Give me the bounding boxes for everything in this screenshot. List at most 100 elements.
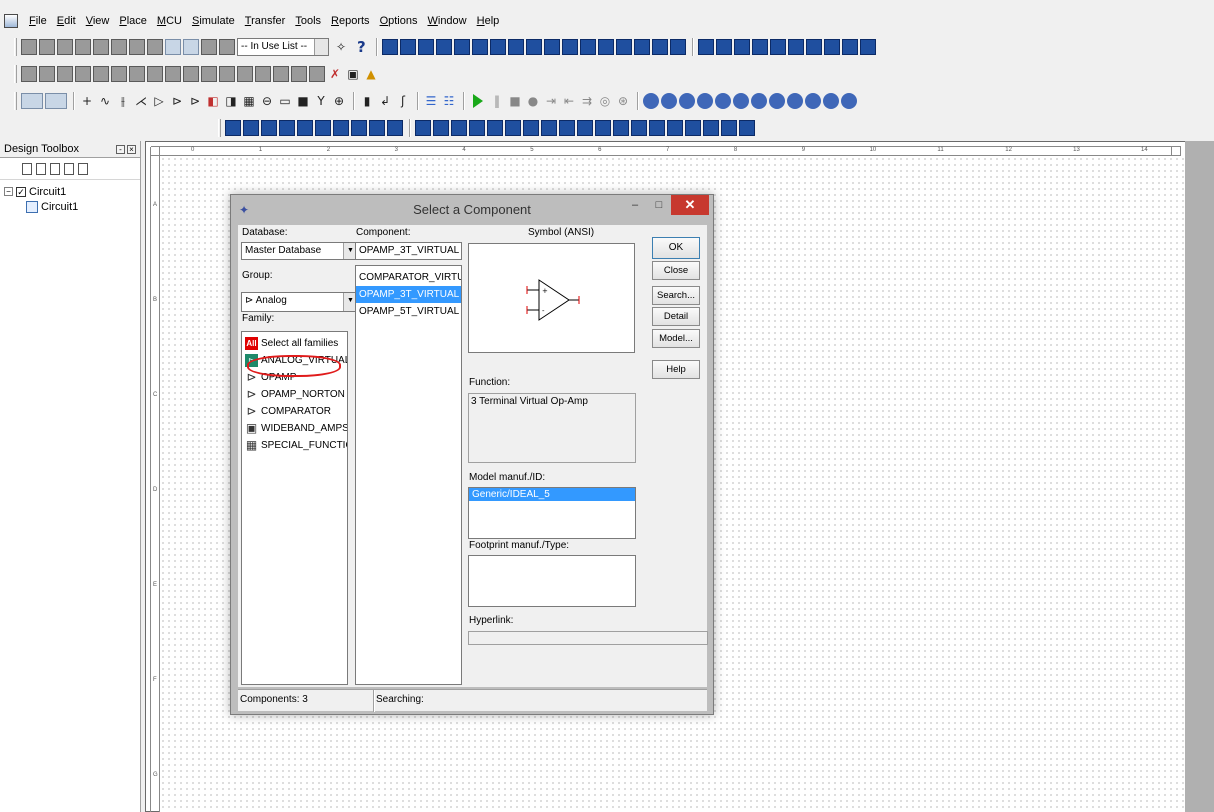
close-icon[interactable]: ✕ (671, 195, 709, 215)
transfer-icon[interactable] (93, 39, 109, 55)
instrument-5-icon[interactable] (715, 93, 731, 109)
place-diode-icon[interactable]: ▷ (151, 93, 167, 109)
delete-icon[interactable] (78, 162, 88, 175)
menu-place[interactable]: Place (114, 11, 152, 31)
place-analog-group-icon[interactable] (315, 120, 331, 136)
probe-4-icon[interactable] (751, 39, 768, 55)
list-item-family[interactable]: ⊳ COMPARATOR (242, 403, 347, 420)
close-icon[interactable]: × (127, 144, 136, 154)
place-misc-digital-icon[interactable] (369, 120, 385, 136)
ok-button[interactable]: OK (652, 237, 700, 259)
list-item-family[interactable]: ▣ WIDEBAND_AMPS (242, 420, 347, 437)
place-diode-group-icon[interactable] (279, 120, 295, 136)
place-ladder-icon[interactable]: ▮ (359, 93, 375, 109)
component-bin-9-icon[interactable] (525, 39, 542, 55)
toolbar-grip[interactable] (218, 119, 221, 137)
menu-help[interactable]: Help (472, 11, 505, 31)
place-inductor-icon[interactable]: ⋌ (133, 93, 149, 109)
new-subcircuit-icon[interactable] (64, 162, 74, 175)
step-3-icon[interactable]: ⇉ (579, 93, 595, 109)
virtual-16-icon[interactable] (685, 120, 701, 136)
menu-options[interactable]: Options (375, 11, 423, 31)
virtual-5-icon[interactable] (487, 120, 503, 136)
probe-8-icon[interactable] (823, 39, 840, 55)
menu-tools[interactable]: Tools (290, 11, 326, 31)
hierarchy-icon[interactable] (57, 39, 73, 55)
in-use-list-select[interactable]: -- In Use List -- (237, 38, 329, 56)
virtual-11-icon[interactable] (595, 120, 611, 136)
component-bin-7-icon[interactable] (489, 39, 506, 55)
place-bus-icon[interactable]: ʃ (395, 93, 411, 109)
view-15-icon[interactable] (273, 66, 289, 82)
virtual-4-icon[interactable] (469, 120, 485, 136)
new-sheet-icon[interactable] (50, 162, 60, 175)
place-antenna-icon[interactable]: Y (313, 93, 329, 109)
zoom-icon[interactable]: ⊛ (615, 93, 631, 109)
view-4-icon[interactable] (75, 66, 91, 82)
virtual-6-icon[interactable] (505, 120, 521, 136)
close-button[interactable]: Close (652, 261, 700, 280)
place-transistor-icon[interactable]: ⊳ (169, 93, 185, 109)
menu-edit[interactable]: Edit (52, 11, 81, 31)
list-icon[interactable]: ☷ (441, 93, 457, 109)
minimize-icon[interactable]: – (623, 195, 647, 215)
instrument-4-icon[interactable] (697, 93, 713, 109)
virtual-2-icon[interactable] (433, 120, 449, 136)
virtual-12-icon[interactable] (613, 120, 629, 136)
ultiboard-icon[interactable]: ▲ (363, 66, 379, 82)
group-select[interactable]: ⊳ Analog ▼ (241, 292, 358, 312)
probe-5-icon[interactable] (769, 39, 786, 55)
place-resistor-icon[interactable]: ∿ (97, 93, 113, 109)
component-bin-17-icon[interactable] (669, 39, 686, 55)
place-electromech-icon[interactable]: ⊕ (331, 93, 347, 109)
view-12-icon[interactable] (219, 66, 235, 82)
spreadsheet-icon[interactable]: ☰ (423, 93, 439, 109)
probe-10-icon[interactable] (859, 39, 876, 55)
component-bin-11-icon[interactable] (561, 39, 578, 55)
place-basic-icon[interactable] (261, 120, 277, 136)
back-icon[interactable] (201, 39, 217, 55)
component-bin-13-icon[interactable] (597, 39, 614, 55)
place-ttl-group-icon[interactable] (333, 120, 349, 136)
virtual-1-icon[interactable] (415, 120, 431, 136)
component-bin-3-icon[interactable] (417, 39, 434, 55)
toolbar-grip[interactable] (14, 38, 17, 56)
pin-icon[interactable]: - (116, 144, 125, 154)
virtual-8-icon[interactable] (541, 120, 557, 136)
list-item-family[interactable]: ▦ SPECIAL_FUNCTION (242, 437, 347, 454)
instrument-9-icon[interactable] (787, 93, 803, 109)
function-generator-icon[interactable] (45, 93, 67, 109)
component-bin-4-icon[interactable] (435, 39, 452, 55)
instrument-1-icon[interactable] (643, 93, 659, 109)
virtual-3-icon[interactable] (451, 120, 467, 136)
toolbar-grip[interactable] (14, 65, 17, 83)
view-13-icon[interactable] (237, 66, 253, 82)
graph-icon[interactable]: ▣ (345, 66, 361, 82)
place-indicator-icon[interactable]: ⊖ (259, 93, 275, 109)
instrument-11-icon[interactable] (823, 93, 839, 109)
component-list[interactable]: COMPARATOR_VIRTUAL OPAMP_3T_VIRTUAL OPAM… (355, 265, 462, 685)
view-5-icon[interactable] (93, 66, 109, 82)
instrument-3-icon[interactable] (679, 93, 695, 109)
view-6-icon[interactable] (111, 66, 127, 82)
instrument-10-icon[interactable] (805, 93, 821, 109)
collapse-icon[interactable]: − (4, 187, 13, 196)
place-misc-icon[interactable]: ▭ (277, 93, 293, 109)
component-bin-14-icon[interactable] (615, 39, 632, 55)
place-capacitor-icon[interactable]: ⫲ (115, 93, 131, 109)
probe-1-icon[interactable] (697, 39, 714, 55)
checkbox-icon[interactable]: ✓ (16, 186, 26, 197)
instrument-7-icon[interactable] (751, 93, 767, 109)
view-11-icon[interactable] (201, 66, 217, 82)
place-rf-icon[interactable]: ■ (295, 93, 311, 109)
place-mixed-icon[interactable] (387, 120, 403, 136)
step-2-icon[interactable]: ⇤ (561, 93, 577, 109)
probe-6-icon[interactable] (787, 39, 804, 55)
forward-icon[interactable] (219, 39, 235, 55)
virtual-19-icon[interactable] (739, 120, 755, 136)
menu-transfer[interactable]: Transfer (240, 11, 291, 31)
view-9-icon[interactable] (165, 66, 181, 82)
place-cmos-icon[interactable]: ◨ (223, 93, 239, 109)
breakpoint-icon[interactable]: ◎ (597, 93, 613, 109)
help-icon[interactable]: ? (357, 38, 366, 56)
